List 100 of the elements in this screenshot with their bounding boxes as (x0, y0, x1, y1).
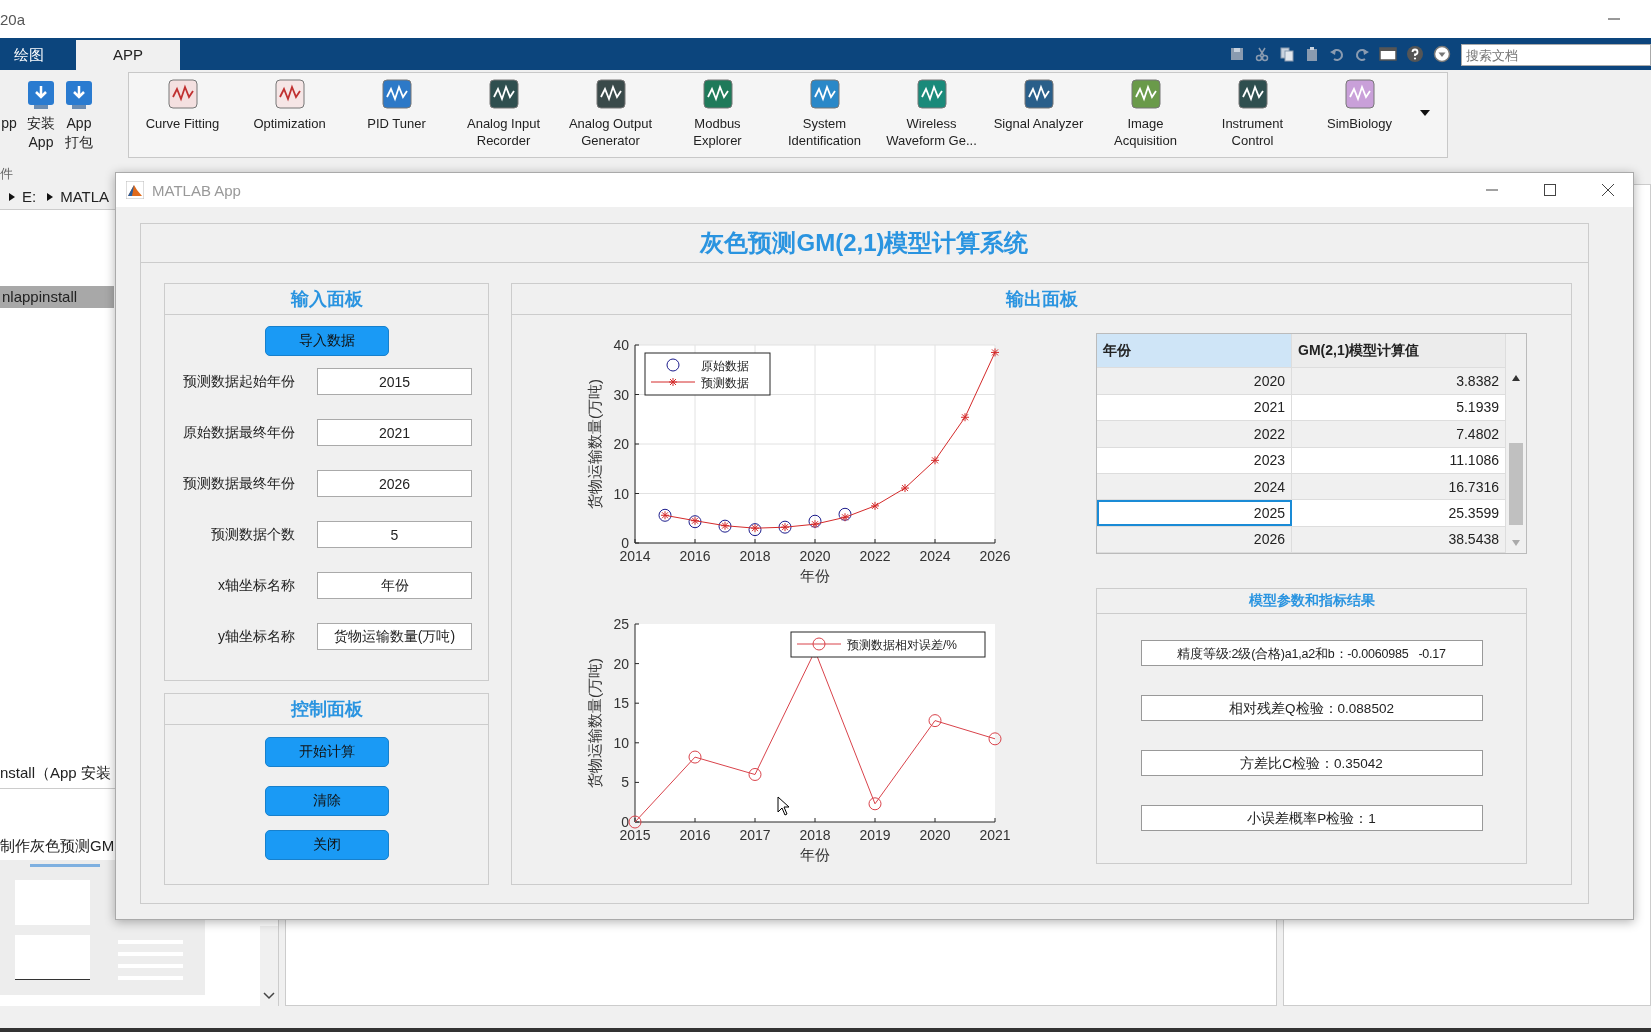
data-point (808, 514, 822, 528)
tick-label: 2020 (799, 548, 831, 564)
table-cell: 2022 (1097, 420, 1292, 448)
app-tile-icon (1237, 79, 1268, 109)
app-button[interactable]: Curve Fitting (129, 79, 236, 132)
app-button[interactable]: Image Acquisition (1092, 79, 1199, 149)
tick-label: 2019 (859, 827, 891, 843)
path-crumb[interactable]: MATLA (60, 188, 110, 206)
triangle-up-icon[interactable] (1511, 374, 1521, 382)
ribbon-tab[interactable]: 绘图 (0, 40, 58, 70)
data-point (960, 412, 970, 422)
toolstrip-button-label[interactable]: pp (1, 114, 17, 133)
scroll-thumb[interactable] (1509, 443, 1523, 525)
redo-icon[interactable] (1354, 46, 1370, 62)
toolstrip-button-label[interactable]: 安装 App (27, 114, 55, 152)
action-button[interactable]: 开始计算 (264, 737, 389, 767)
input-field[interactable]: 2021 (317, 419, 472, 446)
result-field[interactable]: 方差比C检验：0.35042 (1140, 750, 1483, 776)
tick-label: 5 (621, 774, 629, 791)
app-button[interactable]: Instrument Control (1199, 79, 1306, 149)
action-button[interactable]: 关闭 (264, 830, 389, 860)
input-field[interactable]: 年份 (317, 572, 472, 599)
result-field[interactable]: 小误差概率P检验：1 (1140, 805, 1483, 831)
input-field[interactable]: 2026 (317, 470, 472, 497)
window-title: MATLAB App (152, 181, 241, 199)
data-point (868, 797, 882, 811)
copy-icon[interactable] (1279, 46, 1295, 62)
input-field[interactable]: 5 (317, 521, 472, 548)
tick-label: 20 (613, 655, 629, 672)
tick-label: 30 (613, 386, 629, 403)
app-button[interactable]: SimBiology (1306, 79, 1413, 132)
table-cell: 2026 (1097, 526, 1292, 553)
app-tile-icon (1023, 79, 1054, 109)
paste-icon[interactable] (1304, 46, 1320, 62)
app-button[interactable]: Modbus Explorer (664, 79, 771, 149)
app-tile-icon (809, 79, 840, 109)
download-tile-icon[interactable] (26, 80, 56, 110)
triangle-right-icon[interactable] (46, 191, 55, 202)
scroll-bar[interactable] (260, 926, 278, 1006)
tick-label: 2021 (979, 827, 1011, 843)
tick-label: 2020 (919, 827, 951, 843)
app-button[interactable]: Signal Analyzer (985, 79, 1092, 132)
column-header[interactable]: GM(2,1)模型计算值 (1291, 334, 1506, 368)
undo-icon[interactable] (1329, 46, 1345, 62)
data-point (750, 523, 760, 533)
section-label: 件 (0, 166, 13, 181)
tick-label: 2026 (979, 548, 1011, 564)
data-point (870, 501, 880, 511)
result-field[interactable]: 相对残差Q检验：0.088502 (1140, 695, 1483, 721)
action-button[interactable]: 清除 (264, 786, 389, 816)
app-button[interactable]: PID Tuner (343, 79, 450, 132)
app-tile-icon (381, 79, 412, 109)
chevron-down-icon[interactable] (263, 992, 275, 1000)
app-button[interactable]: Optimization (236, 79, 343, 132)
dropdown-arrow-icon[interactable] (1419, 109, 1431, 117)
table-cell: 38.5438 (1291, 526, 1506, 553)
data-point (990, 347, 1000, 357)
table-cell: 25.3599 (1291, 499, 1506, 527)
app-button[interactable]: Analog Input Recorder (450, 79, 557, 149)
tick-label: 0 (621, 814, 629, 830)
app-button[interactable]: Analog Output Generator (557, 79, 664, 149)
window-icon[interactable] (1379, 46, 1397, 62)
help-icon[interactable] (1406, 45, 1424, 63)
maximize-icon[interactable] (1543, 183, 1557, 197)
panel-title: 模型参数和指标结果 (1248, 592, 1375, 610)
legend-label: 原始数据 (701, 359, 749, 373)
app-tile-icon (595, 79, 626, 109)
file-row[interactable]: nlappinstall (0, 286, 114, 309)
tick-label: 2016 (679, 827, 711, 843)
panel-title: 输出面板 (1005, 288, 1078, 311)
app-button[interactable]: Wireless Waveform Ge... (878, 79, 985, 149)
tick-label: 0 (621, 535, 629, 551)
cursor-icon (777, 796, 791, 816)
app-tile-icon (488, 79, 519, 109)
scissors-icon[interactable] (1254, 46, 1270, 62)
app-button[interactable]: System Identification (771, 79, 878, 149)
triangle-right-icon[interactable] (8, 191, 16, 202)
input-field[interactable]: 2015 (317, 368, 472, 395)
axis-title: 年份 (800, 567, 830, 584)
tick-label: 2024 (919, 548, 951, 564)
dropdown-circle-icon[interactable] (1433, 45, 1451, 63)
tick-label: 2018 (799, 827, 831, 843)
search-field[interactable]: 搜索文档 (1461, 44, 1651, 66)
legend-label: 预测数据 (701, 376, 749, 390)
download-tile-icon[interactable] (64, 80, 94, 110)
column-header[interactable]: 年份 (1097, 334, 1292, 368)
close-icon[interactable] (1601, 183, 1615, 197)
data-point (840, 512, 850, 522)
panel-title: 输入面板 (290, 288, 363, 311)
axis-title: 年份 (800, 846, 830, 863)
app-tile-icon (916, 79, 947, 109)
import-button[interactable]: 导入数据 (264, 326, 389, 356)
data-point (748, 523, 762, 537)
ribbon-tab[interactable]: APP (76, 40, 180, 70)
save-icon[interactable] (1229, 46, 1245, 62)
path-crumb[interactable]: E: (22, 188, 37, 206)
toolstrip-button-label[interactable]: App 打包 (65, 114, 93, 152)
table-cell: 5.1939 (1291, 394, 1506, 421)
result-field[interactable]: 精度等级:2级(合格)a1,a2和b：-0.0060985 -0.17 (1140, 640, 1483, 666)
input-field[interactable]: 货物运输数量(万吨) (317, 623, 472, 650)
